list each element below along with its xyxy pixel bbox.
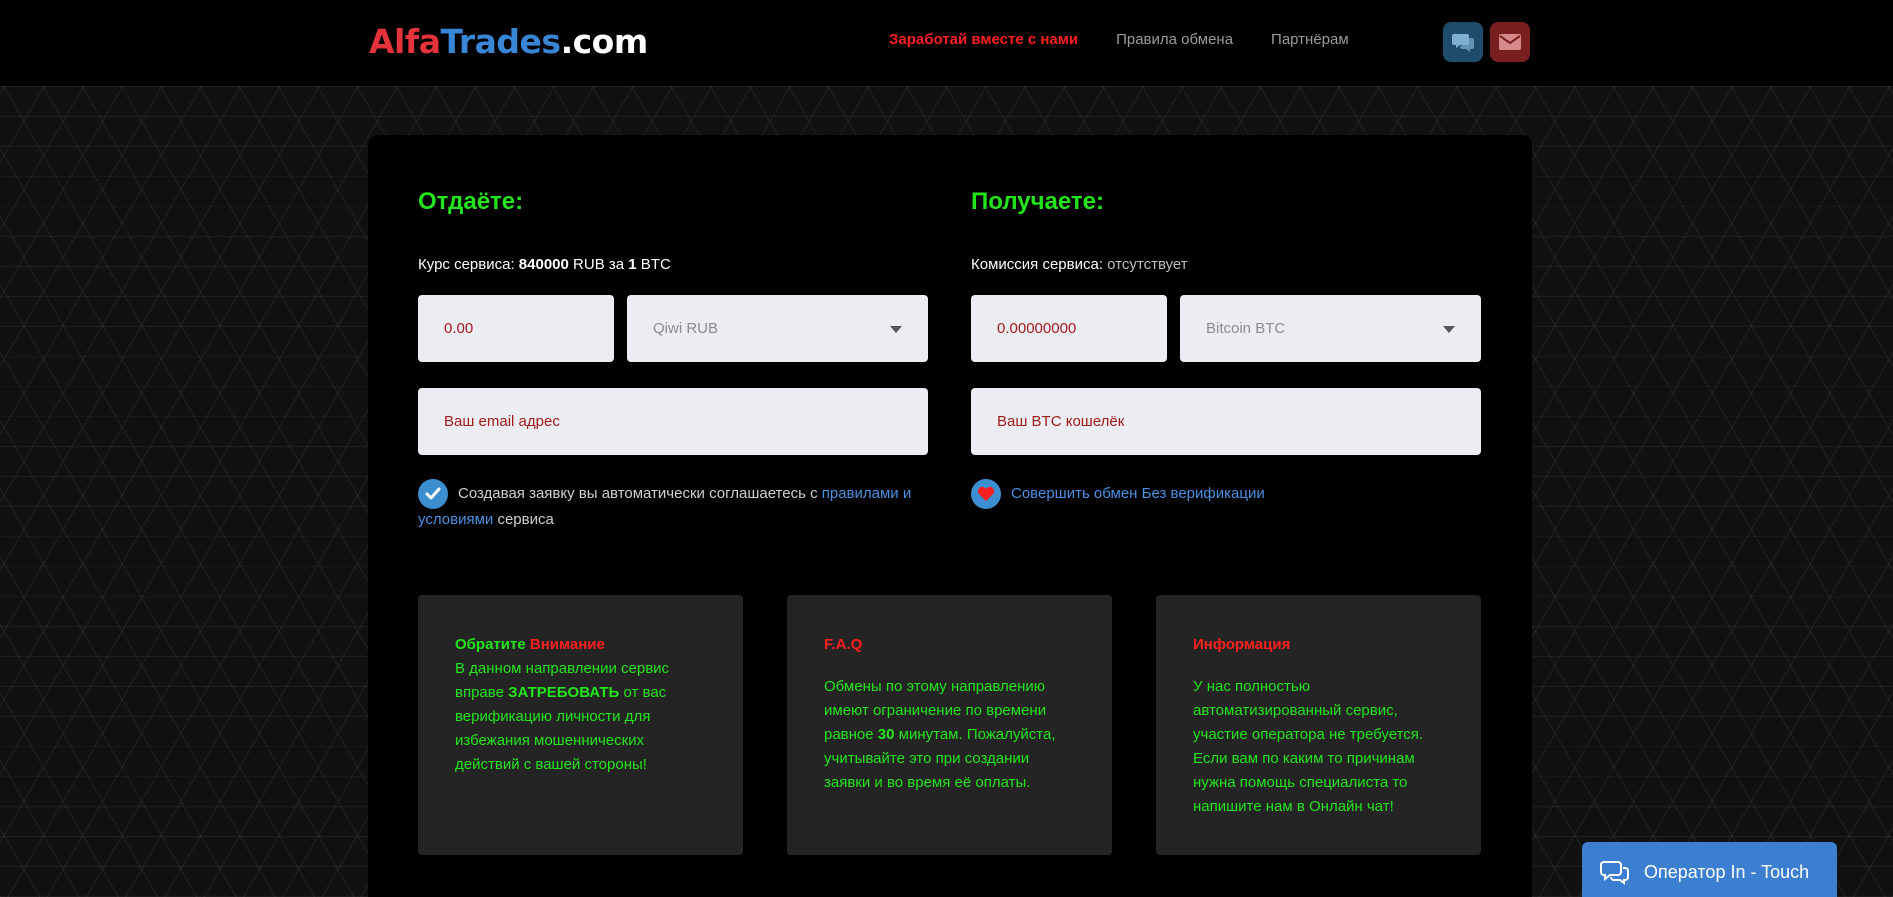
header: AlfaTrades.com Заработай вместе с нами П…: [0, 0, 1893, 86]
give-currency-select[interactable]: Qiwi RUB: [627, 295, 928, 362]
agree-text: Создавая заявку вы автоматически соглаша…: [418, 481, 928, 533]
nav-partners[interactable]: Партнёрам: [1271, 31, 1349, 48]
receive-amount-input[interactable]: [971, 295, 1167, 362]
card-info-title: Информация: [1193, 636, 1291, 653]
nav-exchange-rules[interactable]: Правила обмена: [1116, 31, 1233, 48]
card-faq-text-b: 30: [877, 726, 895, 743]
chevron-down-icon: [890, 326, 902, 333]
logo[interactable]: AlfaTrades.com: [369, 20, 648, 64]
operator-chat-label: Оператор In - Touch: [1644, 861, 1810, 882]
wallet-input[interactable]: [971, 388, 1481, 455]
receive-currency-value: Bitcoin BTC: [1206, 320, 1286, 337]
agree-text-main: Создавая заявку вы автоматически соглаша…: [458, 485, 818, 502]
no-verify-toggle[interactable]: [971, 479, 1001, 509]
card-attention-title-green: Обратите: [455, 636, 526, 653]
commission-value: отсутствует: [1107, 256, 1188, 273]
logo-part-com: .com: [560, 22, 649, 61]
main-nav: Заработай вместе с нами Правила обмена П…: [889, 31, 1349, 48]
heart-icon: [977, 486, 995, 501]
chat-button[interactable]: [1443, 22, 1483, 62]
operator-chat-widget[interactable]: Оператор In - Touch: [1582, 842, 1837, 897]
rate-unit: 1: [628, 256, 637, 273]
operator-chat-icon: [1600, 861, 1629, 885]
logo-part-trades: Trades: [440, 22, 561, 61]
card-attention-text: В данном направлении сервис вправе ЗАТРЕ…: [455, 657, 706, 777]
rate-label: Курс сервиса:: [418, 256, 515, 273]
receive-currency-select[interactable]: Bitcoin BTC: [1180, 295, 1481, 362]
service-rate: Курс сервиса: 840000 RUB за 1 BTC: [418, 256, 671, 273]
logo-part-alfa: Alfa: [369, 22, 441, 61]
rate-amount: 840000: [518, 256, 569, 273]
no-verify-link[interactable]: Совершить обмен Без верификации: [1011, 485, 1265, 502]
rate-target: BTC: [640, 256, 671, 273]
rate-currency: RUB за: [573, 256, 625, 273]
mail-button[interactable]: [1490, 22, 1530, 62]
card-info-text: У нас полностью автоматизированный серви…: [1193, 678, 1424, 815]
receive-title: Получаете:: [971, 188, 1104, 215]
card-attention: Обратите Внимание В данном направлении с…: [418, 595, 743, 855]
card-attention-text-b: ЗАТРЕБОВАТЬ: [508, 684, 620, 701]
give-currency-value: Qiwi RUB: [653, 320, 719, 337]
email-input[interactable]: [418, 388, 928, 455]
service-commission: Комиссия сервиса: отсутствует: [971, 256, 1188, 273]
chevron-down-icon: [1443, 326, 1455, 333]
mail-icon: [1499, 34, 1521, 50]
give-amount-input[interactable]: [418, 295, 614, 362]
card-faq-text: Обмены по этому направлению имеют ограни…: [824, 675, 1075, 795]
chat-icon: [1452, 34, 1474, 52]
card-info: Информация У нас полностью автоматизиров…: [1156, 595, 1481, 855]
card-faq: F.A.Q Обмены по этому направлению имеют …: [787, 595, 1112, 855]
card-faq-title: F.A.Q: [824, 636, 863, 653]
give-title: Отдаёте:: [418, 188, 524, 215]
nav-earn-with-us[interactable]: Заработай вместе с нами: [889, 31, 1078, 48]
no-verify-text: Совершить обмен Без верификации: [1011, 481, 1265, 507]
card-attention-title: Обратите Внимание: [455, 633, 706, 657]
commission-label: Комиссия сервиса:: [971, 256, 1103, 273]
agree-text-suffix: сервиса: [497, 511, 554, 528]
card-attention-title-red: Внимание: [529, 636, 605, 653]
